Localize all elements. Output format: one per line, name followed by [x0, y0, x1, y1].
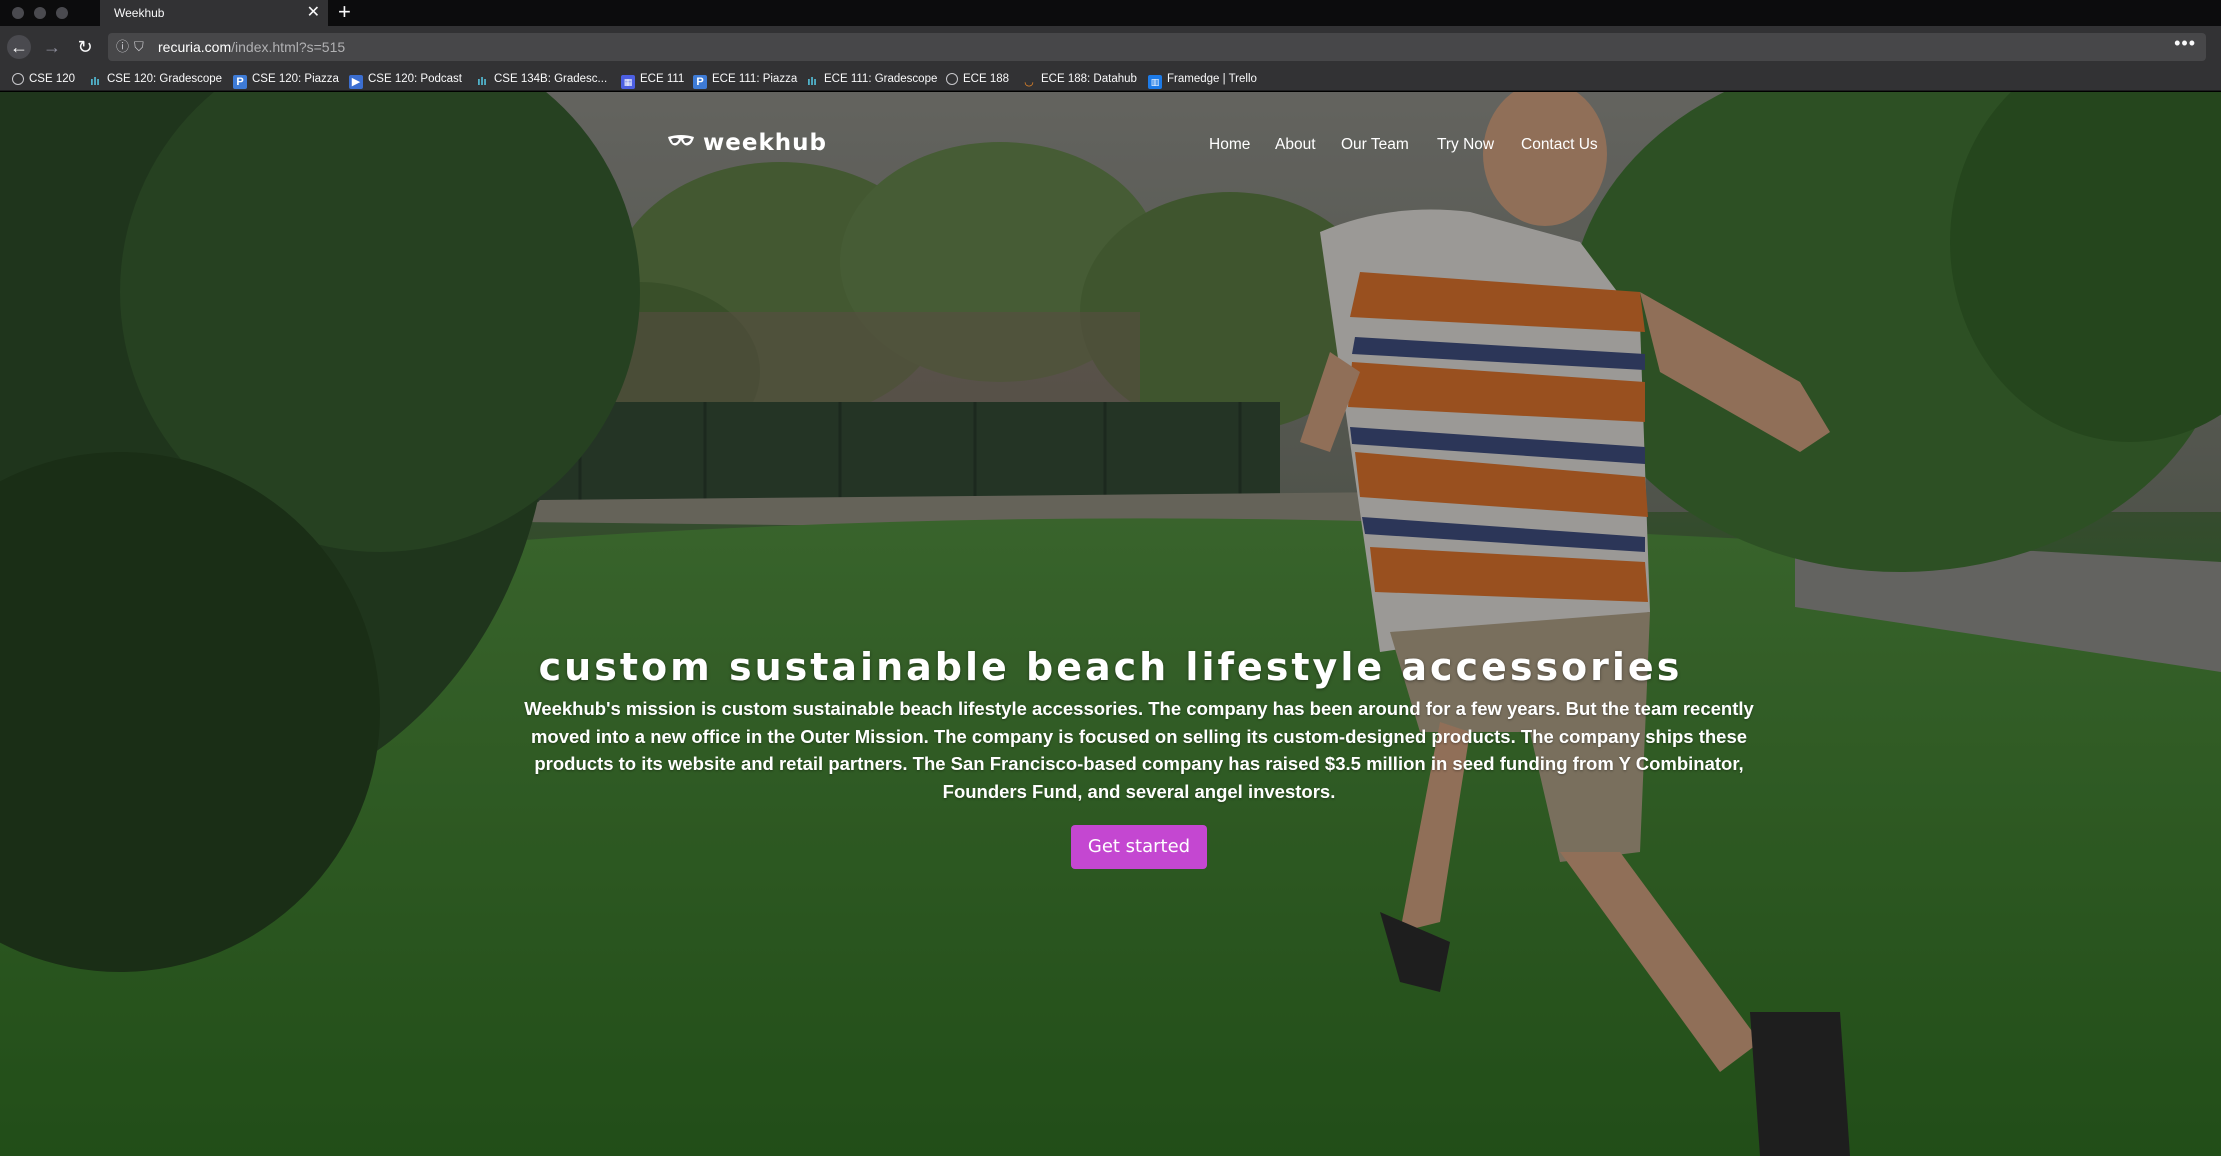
shield-icon[interactable]: ⛉ [134, 33, 144, 61]
close-window-button[interactable] [12, 7, 24, 19]
reload-button[interactable]: ↻ [73, 35, 97, 59]
sunglasses-icon [668, 135, 694, 146]
bookmark-label: CSE 120: Piazza [252, 73, 339, 85]
hero-description: Weekhub's mission is custom sustainable … [524, 698, 1754, 802]
logo-text: weekhub [703, 130, 827, 156]
tab-title: Weekhub [114, 6, 165, 20]
url-text[interactable]: recuria.com/index.html?s=515 [158, 33, 345, 61]
bookmark-ece188-datahub[interactable]: ◡ ECE 188: Datahub [1022, 68, 1137, 91]
nav-home[interactable]: Home [1209, 136, 1250, 154]
bar-chart-icon: ılı [477, 76, 487, 88]
globe-icon [12, 73, 24, 85]
url-path: /index.html?s=515 [231, 39, 346, 55]
podcast-icon: ▶ [349, 75, 363, 89]
bookmark-framedge-trello[interactable]: ▥ Framedge | Trello [1148, 68, 1257, 91]
maximize-window-button[interactable] [56, 7, 68, 19]
page-actions-icon[interactable]: ••• [2174, 29, 2196, 57]
minimize-window-button[interactable] [34, 7, 46, 19]
bookmark-label: CSE 120: Gradescope [107, 73, 223, 85]
nav-try-now[interactable]: Try Now [1437, 136, 1494, 154]
bookmark-ece111-piazza[interactable]: P ECE 111: Piazza [693, 68, 797, 91]
piazza-icon: P [693, 75, 707, 89]
bookmark-label: ECE 188: Datahub [1041, 73, 1137, 85]
navigation-toolbar: ← → ↻ ⓘ ⛉ recuria.com/index.html?s=515 •… [0, 26, 2221, 68]
globe-icon [946, 73, 958, 85]
trello-icon: ▥ [1148, 75, 1162, 89]
url-domain: recuria.com [158, 39, 232, 55]
bar-chart-icon: ılı [807, 76, 817, 88]
hero-overlay [0, 92, 2221, 1156]
jupyter-icon: ◡ [1024, 76, 1034, 88]
bookmarks-toolbar: CSE 120 ılı CSE 120: Gradescope P CSE 120:… [0, 68, 2221, 91]
forward-button[interactable]: → [40, 35, 64, 59]
bookmark-cse120-gradescope[interactable]: ılı CSE 120: Gradescope [88, 68, 222, 91]
hero-title: custom sustainable beach lifestyle acces… [538, 645, 1683, 689]
bookmark-label: ECE 111: Piazza [712, 73, 798, 85]
piazza-icon: P [233, 75, 247, 89]
bookmark-cse120-piazza[interactable]: P CSE 120: Piazza [233, 68, 339, 91]
tab-weekhub[interactable]: Weekhub ✕ [100, 0, 328, 26]
bookmark-label: CSE 120 [29, 73, 76, 85]
bookmark-label: ECE 111: Gradescope [824, 73, 938, 85]
site-header: weekhub Home About Our Team Try Now Cont… [0, 92, 2221, 192]
back-button[interactable]: ← [7, 35, 31, 59]
close-tab-icon[interactable]: ✕ [307, 0, 320, 26]
bookmark-label: Framedge | Trello [1167, 73, 1257, 85]
bookmark-label: ECE 188 [963, 73, 1010, 85]
nav-about[interactable]: About [1275, 136, 1316, 154]
bookmark-ece111-gradescope[interactable]: ılı ECE 111: Gradescope [805, 68, 937, 91]
address-bar[interactable]: ⓘ ⛉ recuria.com/index.html?s=515 ••• [108, 33, 2206, 61]
bar-chart-icon: ılı [90, 76, 100, 88]
tab-bar: Weekhub ✕ + [0, 0, 2221, 26]
calendar-icon: ▦ [621, 75, 635, 89]
nav-contact-us[interactable]: Contact Us [1521, 136, 1598, 154]
info-icon[interactable]: ⓘ [116, 33, 129, 61]
bookmark-label: ECE 111 [640, 73, 685, 85]
bookmark-cse120[interactable]: CSE 120 [12, 68, 75, 91]
get-started-button[interactable]: Get started [1071, 825, 1207, 869]
bookmark-label: CSE 134B: Gradesc... [494, 73, 608, 85]
site-logo[interactable]: weekhub [667, 130, 827, 156]
hero-section: weekhub Home About Our Team Try Now Cont… [0, 92, 2221, 1156]
bookmark-ece111[interactable]: ▦ ECE 111 [621, 68, 684, 91]
nav-our-team[interactable]: Our Team [1341, 136, 1409, 154]
bookmark-cse134b-gradescope[interactable]: ılı CSE 134B: Gradesc... [475, 68, 607, 91]
bookmark-label: CSE 120: Podcast [368, 73, 462, 85]
bookmark-cse120-podcast[interactable]: ▶ CSE 120: Podcast [349, 68, 462, 91]
bookmark-ece188[interactable]: ECE 188 [946, 68, 1009, 91]
new-tab-button[interactable]: + [338, 0, 351, 24]
